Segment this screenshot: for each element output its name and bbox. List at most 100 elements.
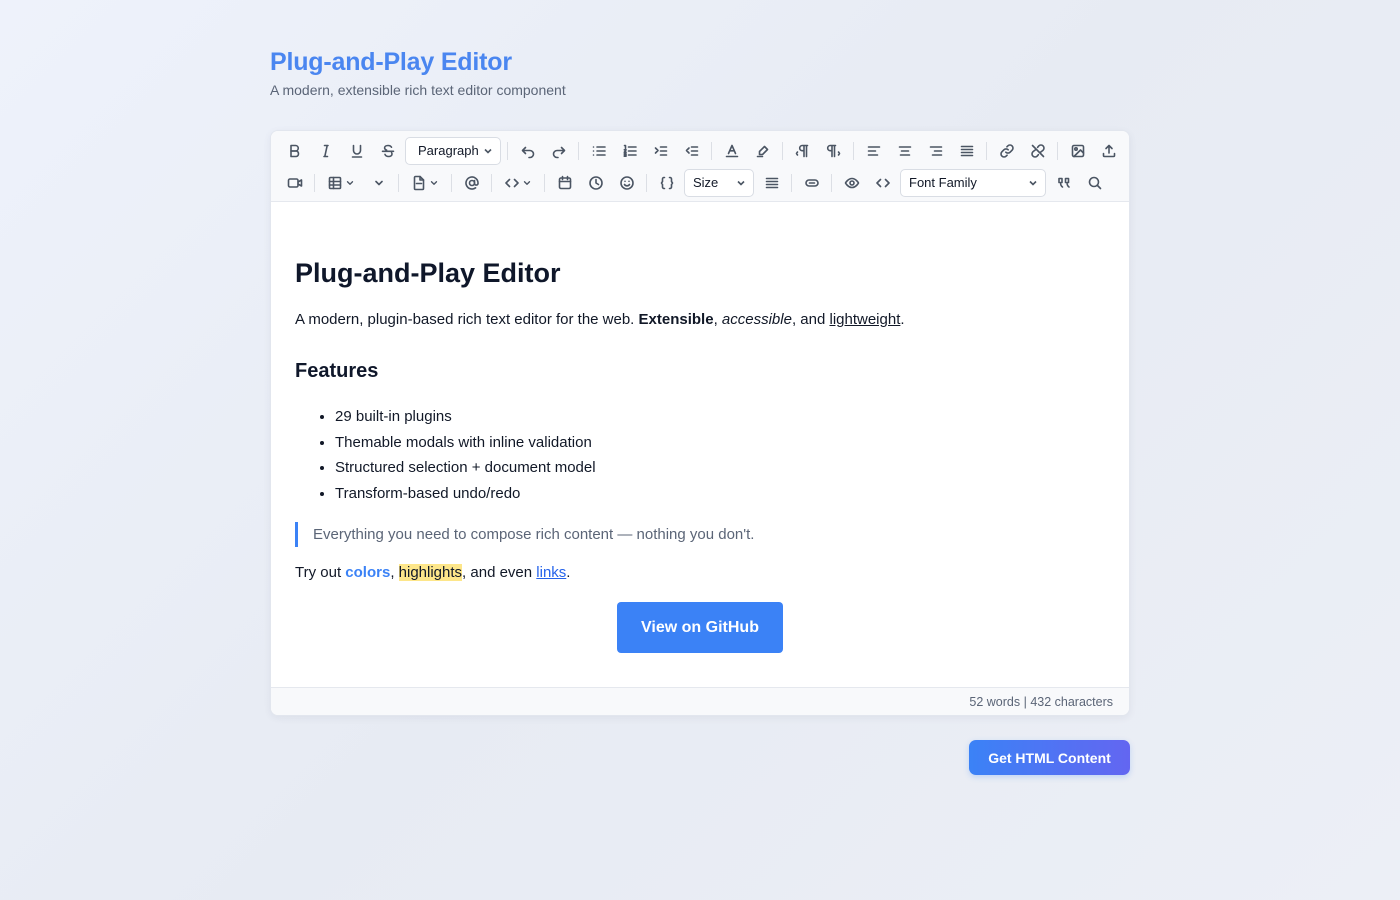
align-right-icon[interactable] bbox=[920, 135, 951, 166]
block-format-select[interactable]: Paragraph bbox=[405, 136, 501, 165]
toolbar-divider bbox=[314, 173, 315, 192]
toolbar-divider bbox=[451, 173, 452, 192]
clock-icon[interactable] bbox=[580, 167, 611, 198]
view-on-github-button[interactable]: View on GitHub bbox=[617, 602, 783, 653]
quote-icon[interactable] bbox=[1048, 167, 1079, 198]
links-link[interactable]: links bbox=[536, 564, 566, 581]
unlink-icon[interactable] bbox=[1022, 135, 1053, 166]
intro-text: A modern, plugin-based rich text editor … bbox=[295, 311, 639, 328]
file-button[interactable] bbox=[403, 167, 447, 198]
ltr-icon[interactable] bbox=[787, 135, 818, 166]
toolbar-divider bbox=[544, 173, 545, 192]
mention-icon[interactable] bbox=[456, 167, 487, 198]
features-heading: Features bbox=[295, 360, 379, 382]
table-icon bbox=[328, 176, 342, 189]
chevron-down-icon bbox=[374, 180, 383, 185]
underline-icon[interactable] bbox=[341, 135, 372, 166]
chevron-down-icon bbox=[523, 180, 531, 185]
chevron-down-icon bbox=[1029, 180, 1037, 186]
toolbar-divider bbox=[986, 141, 987, 160]
toolbar-row-2: Size Font Family bbox=[279, 167, 1121, 198]
doc-intro: A modern, plugin-based rich text editor … bbox=[295, 311, 905, 328]
toolbar-divider bbox=[578, 141, 579, 160]
page-title: Plug-and-Play Editor bbox=[270, 48, 512, 76]
intro-end: . bbox=[900, 311, 905, 328]
source-code-icon[interactable] bbox=[867, 167, 898, 198]
doc-heading: Plug-and-Play Editor bbox=[295, 258, 561, 288]
toolbar-row-1: Paragraph bbox=[279, 135, 1121, 166]
character-count: 432 characters bbox=[1030, 694, 1113, 709]
try-separator: , bbox=[390, 564, 399, 581]
intro-underlined: lightweight bbox=[829, 311, 901, 328]
video-icon[interactable] bbox=[279, 167, 310, 198]
justify-icon[interactable] bbox=[951, 135, 982, 166]
list-item: Themable modals with inline validation bbox=[335, 433, 596, 459]
toolbar-divider bbox=[711, 141, 712, 160]
braces-icon[interactable] bbox=[651, 167, 682, 198]
toolbar-divider bbox=[646, 173, 647, 192]
toolbar-divider bbox=[831, 173, 832, 192]
try-text: Try out bbox=[295, 564, 346, 581]
chevron-down-icon bbox=[346, 180, 354, 185]
intro-bold: Extensible bbox=[638, 311, 714, 328]
blockquote: Everything you need to compose rich cont… bbox=[295, 522, 754, 547]
file-icon bbox=[413, 175, 425, 190]
list-item: Structured selection + document model bbox=[335, 458, 596, 484]
toolbar: Paragraph Size Font Family bbox=[271, 131, 1129, 202]
numbered-list-icon[interactable] bbox=[614, 135, 645, 166]
colored-text: colors bbox=[345, 564, 391, 581]
text-color-icon[interactable] bbox=[716, 135, 747, 166]
redo-icon[interactable] bbox=[543, 135, 574, 166]
try-separator: , and even bbox=[462, 564, 537, 581]
bold-icon[interactable] bbox=[279, 135, 310, 166]
align-center-icon[interactable] bbox=[889, 135, 920, 166]
toolbar-divider bbox=[782, 141, 783, 160]
strikethrough-icon[interactable] bbox=[372, 135, 403, 166]
chevron-down-icon bbox=[430, 180, 438, 185]
get-html-content-button[interactable]: Get HTML Content bbox=[969, 740, 1130, 775]
toolbar-divider bbox=[853, 141, 854, 160]
toolbar-divider bbox=[507, 141, 508, 160]
highlight-icon[interactable] bbox=[747, 135, 778, 166]
chevron-down-icon bbox=[737, 180, 745, 186]
italic-icon[interactable] bbox=[310, 135, 341, 166]
code-icon bbox=[505, 178, 519, 187]
features-list: 29 built-in plugins Themable modals with… bbox=[335, 407, 596, 509]
search-icon[interactable] bbox=[1079, 167, 1110, 198]
indent-icon[interactable] bbox=[645, 135, 676, 166]
toolbar-divider bbox=[791, 173, 792, 192]
editor: Paragraph Size Font Family Plug-and-Play… bbox=[270, 130, 1130, 716]
emoji-icon[interactable] bbox=[611, 167, 642, 198]
font-family-value: Font Family bbox=[909, 175, 977, 190]
intro-separator: , and bbox=[791, 311, 830, 328]
preview-icon[interactable] bbox=[836, 167, 867, 198]
upload-icon[interactable] bbox=[1093, 135, 1124, 166]
bullet-list-icon[interactable] bbox=[583, 135, 614, 166]
toolbar-divider bbox=[491, 173, 492, 192]
font-size-value: Size bbox=[693, 175, 719, 190]
embed-icon[interactable] bbox=[796, 167, 827, 198]
font-family-select[interactable]: Font Family bbox=[900, 168, 1046, 197]
toolbar-divider bbox=[398, 173, 399, 192]
word-count: 52 words bbox=[969, 694, 1021, 709]
calendar-icon[interactable] bbox=[549, 167, 580, 198]
more-dropdown[interactable] bbox=[363, 167, 394, 198]
font-size-select[interactable]: Size bbox=[684, 168, 754, 197]
list-item: Transform-based undo/redo bbox=[335, 484, 596, 510]
image-icon[interactable] bbox=[1062, 135, 1093, 166]
table-button[interactable] bbox=[319, 167, 363, 198]
status-divider: | bbox=[1020, 694, 1031, 709]
rtl-icon[interactable] bbox=[818, 135, 849, 166]
outdent-icon[interactable] bbox=[676, 135, 707, 166]
code-button[interactable] bbox=[496, 167, 540, 198]
align-left-icon[interactable] bbox=[858, 135, 889, 166]
list-item: 29 built-in plugins bbox=[335, 407, 596, 433]
editor-content[interactable]: Plug-and-Play Editor A modern, plugin-ba… bbox=[295, 202, 1105, 688]
chevron-down-icon bbox=[484, 148, 492, 154]
line-height-icon[interactable] bbox=[756, 167, 787, 198]
intro-italic: accessible bbox=[721, 311, 792, 328]
link-icon[interactable] bbox=[991, 135, 1022, 166]
undo-icon[interactable] bbox=[512, 135, 543, 166]
toolbar-divider bbox=[1057, 141, 1058, 160]
highlighted-text: highlights bbox=[398, 564, 463, 581]
